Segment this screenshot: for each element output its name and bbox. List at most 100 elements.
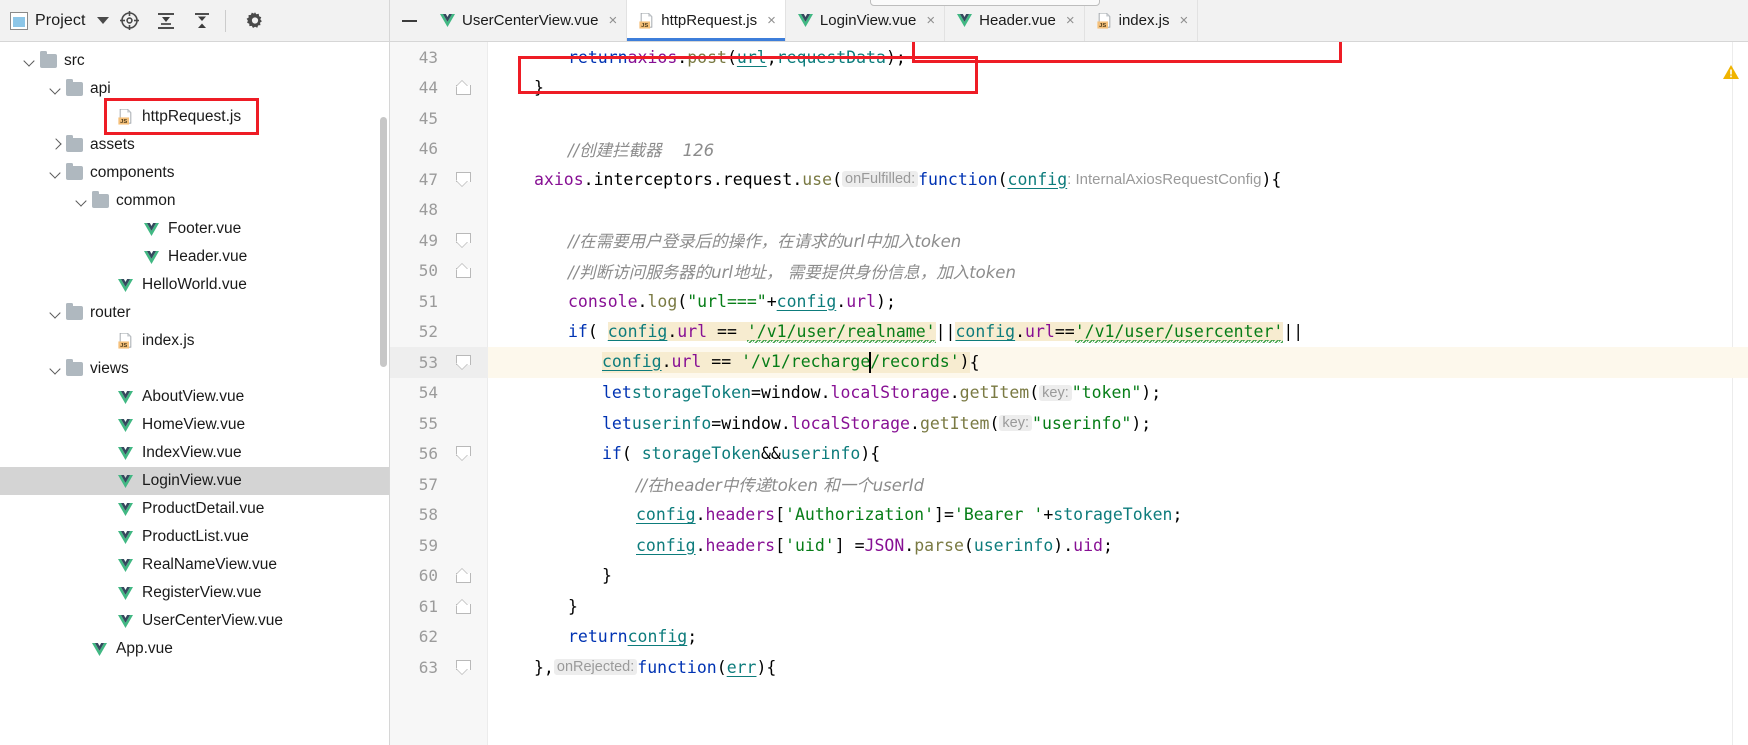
tree-scrollbar[interactable] (380, 117, 387, 367)
code-editor[interactable]: 43 return axios. post(url, requestData); 4… (390, 42, 1748, 745)
close-icon[interactable]: × (1179, 13, 1188, 28)
tree-item-views[interactable]: views (0, 355, 389, 383)
tree-item-label: AboutView.vue (142, 388, 245, 405)
chevron-right-icon[interactable] (48, 137, 64, 153)
project-tree[interactable]: src api JS httpRequest.js assets components co… (0, 42, 390, 745)
fold-marker-icon[interactable] (455, 171, 471, 187)
code-line[interactable]: 50 //判断访问服务器的url地址， 需要提供身份信息，加入token (390, 256, 1748, 287)
fold-column[interactable] (442, 354, 482, 370)
tree-item-usercenterview-vue[interactable]: UserCenterView.vue (0, 607, 389, 635)
fold-marker-icon[interactable] (455, 263, 471, 279)
editor-tab-index[interactable]: JS index.js × (1085, 0, 1199, 41)
vue-file-icon (144, 222, 159, 236)
collapse-all-button[interactable] (187, 6, 217, 36)
tree-item-productlist-vue[interactable]: ProductList.vue (0, 523, 389, 551)
code-line[interactable]: 52 if( config.url == '/v1/user/realname'… (390, 317, 1748, 348)
fold-marker-icon[interactable] (455, 446, 471, 461)
fold-marker-icon[interactable] (455, 232, 471, 248)
tree-item-app-vue[interactable]: App.vue (0, 635, 389, 663)
code-line[interactable]: 47 axios. interceptors. request. use( onFul… (390, 164, 1748, 195)
hide-panel-button[interactable] (390, 0, 428, 41)
close-icon[interactable]: × (608, 13, 617, 28)
code-line[interactable]: 44 } (390, 73, 1748, 104)
vue-file-icon (118, 586, 133, 600)
tree-item-components[interactable]: components (0, 159, 389, 187)
tree-item-header-vue[interactable]: Header.vue (0, 243, 389, 271)
tree-item-api[interactable]: api (0, 75, 389, 103)
tree-item-router[interactable]: router (0, 299, 389, 327)
fold-column[interactable] (442, 659, 482, 675)
code-line[interactable]: 60 } (390, 561, 1748, 592)
chevron-down-icon[interactable] (74, 193, 90, 209)
code-line[interactable]: 63 }, onRejected: function(err){ (390, 652, 1748, 683)
fold-column[interactable] (442, 599, 482, 614)
fold-column[interactable] (442, 568, 482, 584)
svg-text:JS: JS (120, 343, 127, 349)
code-line[interactable]: 43 return axios. post(url, requestData); (390, 42, 1748, 73)
code-text: } (602, 566, 612, 586)
close-icon[interactable]: × (767, 13, 776, 28)
code-line[interactable]: 57 //在header中传递token 和一个userId (390, 469, 1748, 500)
editor-tab-loginview[interactable]: LoginView.vue × (786, 0, 946, 41)
code-line[interactable]: 54 let storageToken = window. localStorag… (390, 378, 1748, 409)
fold-column[interactable] (442, 446, 482, 461)
tree-item-src[interactable]: src (0, 47, 389, 75)
tree-item-label: api (90, 80, 111, 97)
code-line[interactable]: 58 config. headers['Authorization']= 'Bear… (390, 500, 1748, 531)
editor-tab-header[interactable]: Header.vue × (945, 0, 1085, 41)
editor-tab-usercenterview[interactable]: UserCenterView.vue × (428, 0, 628, 41)
tree-item-helloworld-vue[interactable]: HelloWorld.vue (0, 271, 389, 299)
tree-item-productdetail-vue[interactable]: ProductDetail.vue (0, 495, 389, 523)
tree-item-footer-vue[interactable]: Footer.vue (0, 215, 389, 243)
code-text: } (534, 78, 544, 98)
chevron-down-icon[interactable] (22, 53, 38, 69)
fold-marker-icon[interactable] (455, 354, 471, 370)
gutter-cell: 51 (390, 286, 488, 317)
fold-column[interactable] (442, 171, 482, 187)
code-line[interactable]: 45 (390, 103, 1748, 134)
close-icon[interactable]: × (1066, 13, 1075, 28)
editor-tab-label: index.js (1118, 12, 1170, 29)
code-line[interactable]: 61 } (390, 591, 1748, 622)
tree-item-realnameview-vue[interactable]: RealNameView.vue (0, 551, 389, 579)
warning-indicator[interactable] (1722, 64, 1740, 84)
code-line-current[interactable]: 53 config.url == '/v1/recharge/records')… (390, 347, 1748, 378)
chevron-down-icon[interactable] (48, 305, 64, 321)
tree-item-indexview-vue[interactable]: IndexView.vue (0, 439, 389, 467)
main-area: src api JS httpRequest.js assets components co… (0, 42, 1748, 745)
code-line[interactable]: 62 return config; (390, 622, 1748, 653)
expand-all-button[interactable] (151, 6, 181, 36)
code-line[interactable]: 49 //在需要用户登录后的操作，在请求的url中加入token (390, 225, 1748, 256)
chevron-down-icon[interactable] (48, 361, 64, 377)
code-line[interactable]: 51 console. log("url===" + config. url); (390, 286, 1748, 317)
tree-item-index-js[interactable]: JS index.js (0, 327, 389, 355)
fold-column[interactable] (442, 232, 482, 248)
tree-item-loginview-vue[interactable]: LoginView.vue (0, 467, 389, 495)
tree-item-assets[interactable]: assets (0, 131, 389, 159)
tree-item-aboutview-vue[interactable]: AboutView.vue (0, 383, 389, 411)
chevron-down-icon[interactable] (48, 165, 64, 181)
fold-column[interactable] (442, 80, 482, 96)
fold-column[interactable] (442, 263, 482, 279)
tree-item-registerview-vue[interactable]: RegisterView.vue (0, 579, 389, 607)
fold-marker-icon[interactable] (455, 80, 471, 96)
fold-marker-icon[interactable] (455, 599, 471, 614)
code-line[interactable]: 46 //创建拦截器 126 (390, 134, 1748, 165)
locate-file-button[interactable] (115, 6, 145, 36)
code-line[interactable]: 55 let userinfo = window. localStorage. ge… (390, 408, 1748, 439)
code-line[interactable]: 59 config. headers['uid'] = JSON. parse(us… (390, 530, 1748, 561)
code-line[interactable]: 48 (390, 195, 1748, 226)
tree-item-label: ProductList.vue (142, 528, 249, 545)
fold-marker-icon[interactable] (455, 568, 471, 584)
vue-file-icon (92, 642, 109, 656)
tree-item-homeview-vue[interactable]: HomeView.vue (0, 411, 389, 439)
fold-marker-icon[interactable] (455, 659, 471, 675)
settings-button[interactable] (240, 6, 270, 36)
tree-item-httprequest-js[interactable]: JS httpRequest.js (0, 103, 389, 131)
close-icon[interactable]: × (926, 13, 935, 28)
editor-tab-httprequest[interactable]: JS httpRequest.js × (627, 0, 786, 41)
chevron-down-icon[interactable] (96, 17, 109, 24)
tree-item-common[interactable]: common (0, 187, 389, 215)
code-line[interactable]: 56 if( storageToken && userinfo ){ (390, 439, 1748, 470)
chevron-down-icon[interactable] (48, 81, 64, 97)
